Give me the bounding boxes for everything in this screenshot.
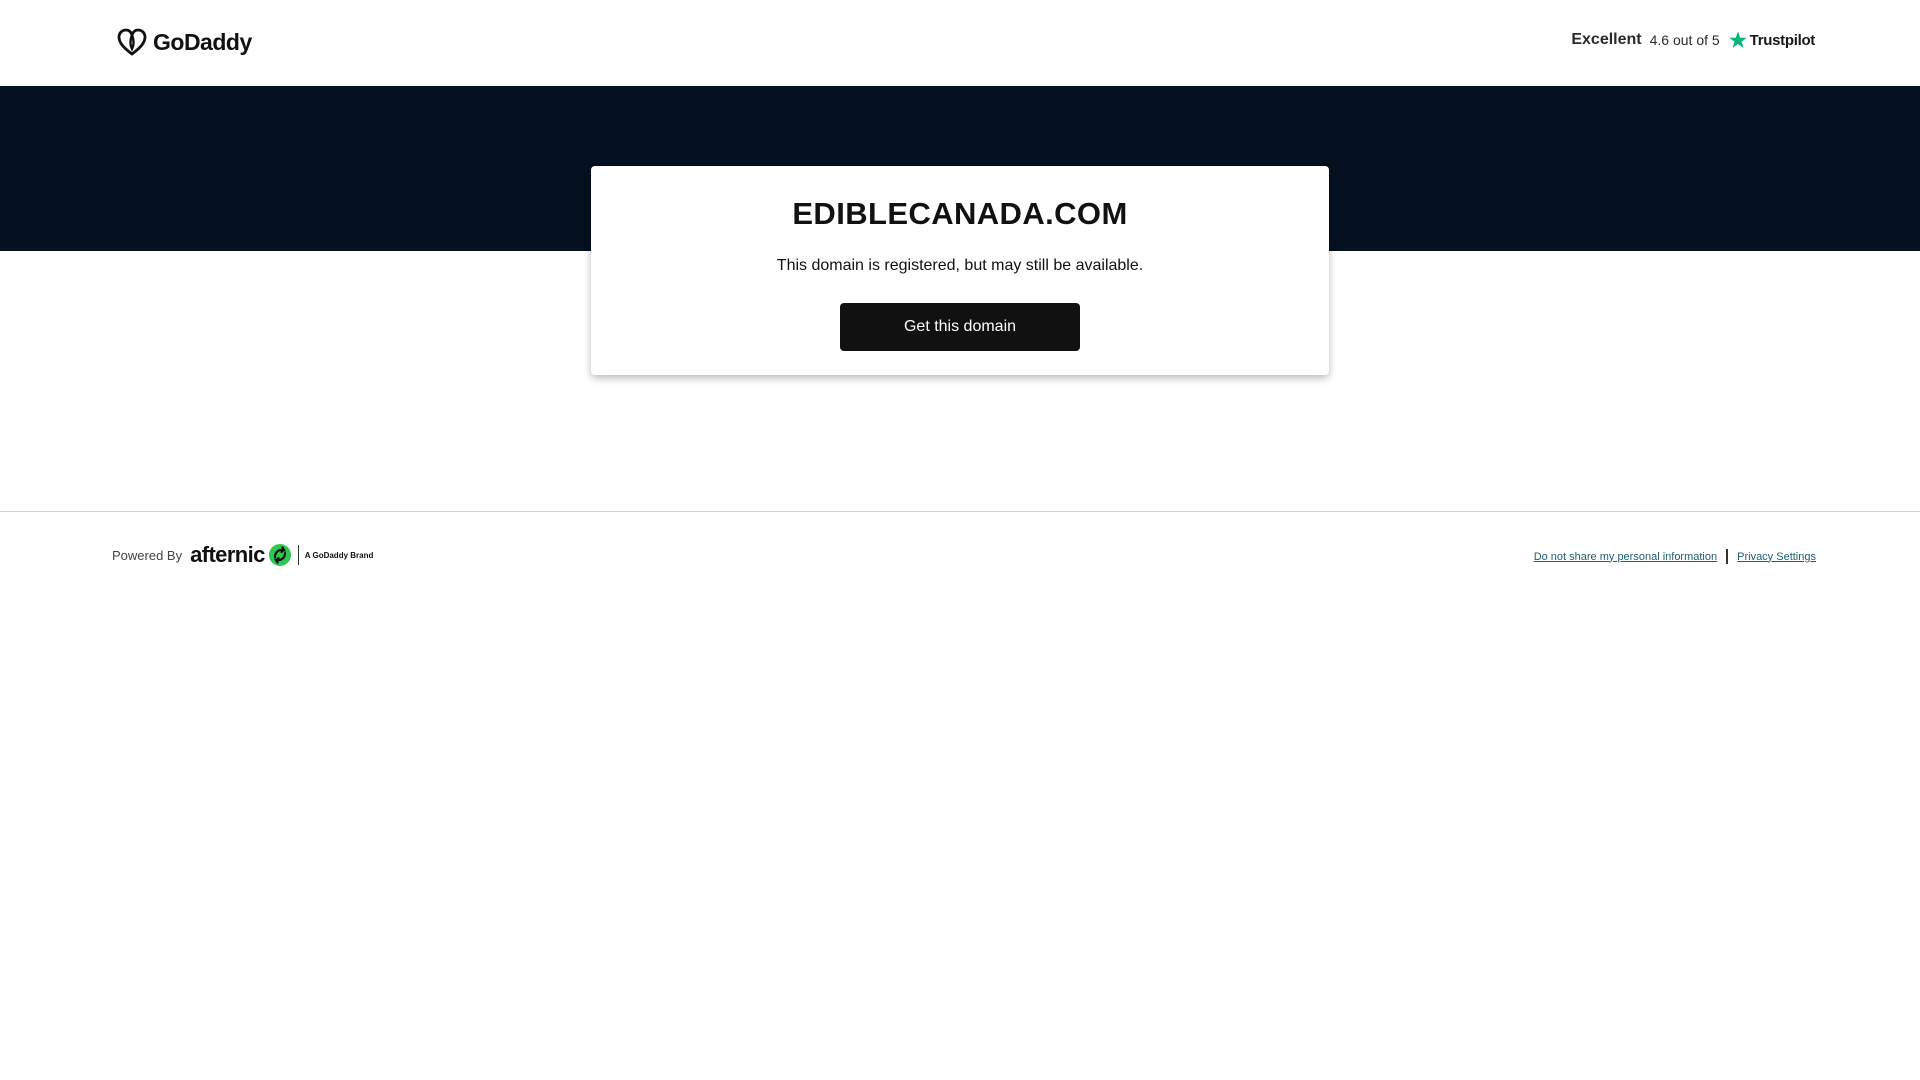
brand-separator [297, 545, 299, 565]
footer-divider [0, 511, 1920, 512]
rating-label: Excellent [1571, 31, 1642, 48]
powered-by-label: Powered By [112, 547, 183, 563]
do-not-share-link[interactable]: Do not share my personal information [1534, 551, 1717, 563]
powered-by: Powered By afternic A GoDaddy Brand [112, 542, 373, 568]
get-domain-button[interactable]: Get this domain [840, 303, 1080, 351]
logo-text: GoDaddy [153, 28, 252, 55]
afternic-logo-text: afternic [190, 542, 265, 567]
godaddy-heart-icon [117, 28, 147, 56]
trustpilot-star-icon [1728, 31, 1747, 48]
privacy-settings-link[interactable]: Privacy Settings [1737, 551, 1816, 563]
godaddy-brand-tag: A GoDaddy Brand [304, 550, 374, 560]
footer-links: Do not share my personal information Pri… [1534, 549, 1816, 564]
domain-title: EDIBLECANADA.COM [792, 196, 1128, 231]
footer-link-separator [1726, 549, 1729, 564]
trustpilot-rating[interactable]: Excellent 4.6 out of 5 Trustpilot [1571, 30, 1815, 50]
afternic-arrows-icon [268, 544, 291, 566]
rating-score: 4.6 out of 5 [1649, 32, 1720, 48]
site-header: GoDaddy Excellent 4.6 out of 5 Trustpilo… [0, 0, 1920, 86]
domain-card: EDIBLECANADA.COM This domain is register… [591, 166, 1329, 375]
trustpilot-brand: Trustpilot [1749, 31, 1816, 49]
domain-status-text: This domain is registered, but may still… [776, 257, 1144, 274]
godaddy-logo[interactable]: GoDaddy [116, 27, 252, 57]
